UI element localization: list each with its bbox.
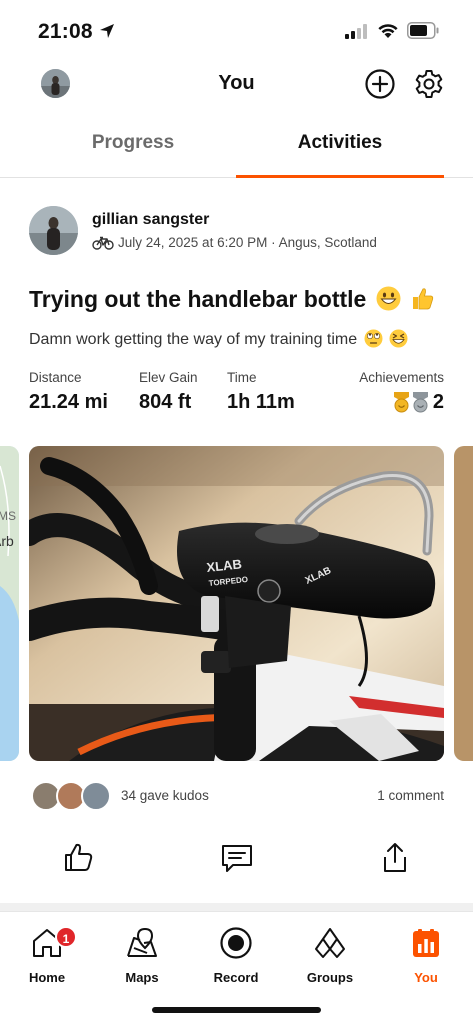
map-label-text: Arb: [0, 533, 14, 549]
activity-title-row[interactable]: Trying out the handlebar bottle: [29, 286, 435, 313]
kudos-count[interactable]: 34 gave kudos: [121, 788, 209, 803]
page-title: You: [218, 72, 255, 94]
maps-icon: [127, 927, 157, 957]
activity-photo[interactable]: XLAB TORPEDO XLAB: [29, 446, 444, 761]
activity-description: Damn work getting the way of my training…: [29, 331, 358, 348]
activity-date-location: July 24, 2025 at 6:20 PM · Angus, Scotla…: [118, 235, 377, 250]
stat-achievements[interactable]: Achievements 2: [359, 370, 444, 414]
stat-elev-gain: Elev Gain 804 ft: [139, 370, 198, 414]
wifi-icon: [378, 24, 398, 38]
stat-value: 21.24 mi: [29, 391, 108, 413]
nav-record[interactable]: Record: [196, 926, 276, 985]
athlete-avatar[interactable]: [29, 206, 78, 255]
groups-icon: [315, 928, 345, 958]
notification-badge: 1: [55, 926, 77, 948]
nav-label: Record: [213, 970, 259, 985]
kudos-icon[interactable]: [61, 840, 97, 876]
share-icon[interactable]: [377, 840, 413, 876]
nav-label: You: [414, 970, 438, 985]
tab-progress[interactable]: Progress: [15, 114, 251, 178]
stat-label: Time: [227, 370, 257, 385]
route-map-thumbnail[interactable]: MS Arb: [0, 446, 19, 761]
home-indicator: [152, 1007, 321, 1013]
achievements-label: Achievements: [359, 370, 444, 385]
activity-title: Trying out the handlebar bottle: [29, 286, 367, 312]
nav-label: Maps: [125, 970, 159, 985]
you-icon: [413, 929, 439, 957]
stat-time: Time 1h 11m: [227, 370, 295, 414]
activity-description-row: Damn work getting the way of my training…: [29, 329, 408, 349]
stat-value: 804 ft: [139, 391, 192, 413]
stat-value: 1h 11m: [227, 391, 295, 413]
battery-icon: [407, 22, 439, 39]
status-time: 21:08: [38, 20, 93, 43]
next-photo-thumbnail[interactable]: [454, 446, 473, 761]
stat-label: Distance: [29, 370, 82, 385]
thumbs-up-icon: [410, 286, 435, 311]
rolling-eyes-face-icon: [364, 329, 383, 348]
stat-distance: Distance 21.24 mi: [29, 370, 108, 414]
avatar: [81, 781, 111, 811]
settings-gear-icon[interactable]: [413, 68, 445, 100]
athlete-name[interactable]: gillian sangster: [92, 211, 209, 229]
tab-activities[interactable]: Activities: [222, 114, 458, 178]
status-bar: 21:08: [0, 0, 473, 58]
location-arrow-icon: [100, 24, 114, 38]
nav-groups[interactable]: Groups: [290, 926, 370, 985]
active-tab-indicator: [236, 175, 444, 178]
nav-maps[interactable]: Maps: [102, 926, 182, 985]
achievement-count: 2: [432, 391, 444, 413]
cellular-signal-icon: [345, 24, 367, 39]
nav-label: Groups: [306, 970, 354, 985]
record-icon: [220, 927, 252, 959]
silver-medal-icon: [412, 392, 428, 413]
nav-you[interactable]: You: [386, 926, 466, 985]
top-header: You: [0, 58, 473, 110]
comment-count[interactable]: 1 comment: [377, 788, 444, 803]
stat-label: Elev Gain: [139, 370, 198, 385]
activity-meta: July 24, 2025 at 6:20 PM · Angus, Scotla…: [92, 235, 377, 250]
gold-medal-icon: [393, 392, 409, 413]
bike-icon: [92, 236, 114, 250]
profile-tabs: Progress Activities: [0, 114, 473, 178]
comment-icon[interactable]: [219, 840, 255, 876]
grinning-squinting-face-icon: [389, 329, 408, 348]
grinning-face-icon: [376, 286, 401, 311]
nav-home[interactable]: 1 Home: [7, 926, 87, 985]
feed-divider: [0, 903, 473, 911]
add-icon[interactable]: [364, 68, 396, 100]
nav-label: Home: [28, 970, 66, 985]
kudos-avatars[interactable]: [31, 781, 111, 811]
map-label-text: MS: [0, 509, 16, 523]
